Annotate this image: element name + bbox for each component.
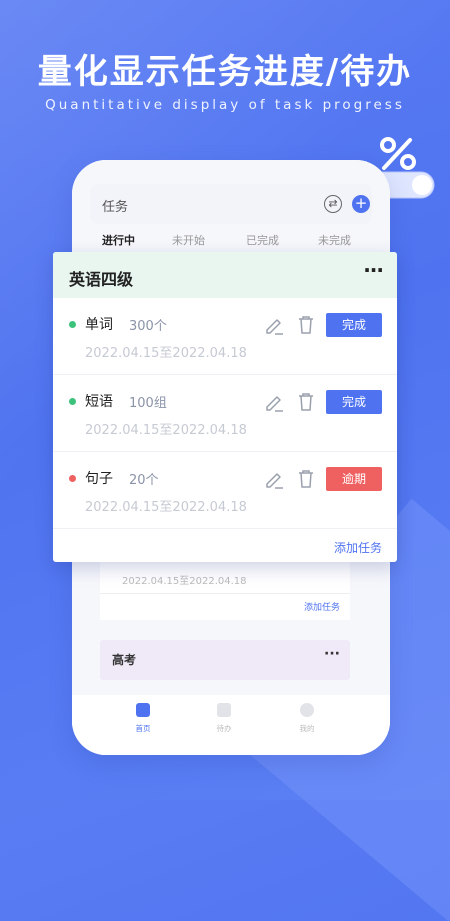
complete-button[interactable]: 完成 <box>326 390 382 414</box>
task-group-card: 英语四级 ··· 单词 300个 2022.04.15至2022.04.18 完… <box>53 252 397 562</box>
nav-todo[interactable]: 待办 <box>199 703 249 734</box>
task-count: 20个 <box>129 473 159 488</box>
background-task-date: 2022.04.15至2022.04.18 <box>122 576 247 587</box>
overdue-button[interactable]: 逾期 <box>326 467 382 491</box>
tab-not-started[interactable]: 未开始 <box>172 232 205 248</box>
group-card-gaokao[interactable]: 高考 ··· <box>100 640 350 680</box>
add-icon[interactable]: + <box>352 195 370 213</box>
status-dot <box>69 321 76 328</box>
tab-in-progress[interactable]: 进行中 <box>102 232 135 254</box>
task-name: 单词 <box>85 317 113 333</box>
more-icon[interactable]: ··· <box>363 258 384 282</box>
sync-icon[interactable]: ⇄ <box>324 195 342 213</box>
nav-label: 我的 <box>299 724 315 733</box>
background-task-card: 2022.04.15至2022.04.18 添加任务 <box>100 555 350 620</box>
task-name: 短语 <box>85 394 113 410</box>
divider <box>100 593 350 594</box>
profile-icon <box>300 703 314 717</box>
header-title: 任务 <box>102 200 129 215</box>
home-icon <box>136 703 150 717</box>
add-task-link[interactable]: 添加任务 <box>334 539 382 556</box>
task-count: 300个 <box>129 319 167 334</box>
task-date: 2022.04.15至2022.04.18 <box>85 423 247 438</box>
background-add-task-link[interactable]: 添加任务 <box>304 600 340 613</box>
task-name: 句子 <box>85 471 113 487</box>
tab-completed[interactable]: 已完成 <box>246 232 279 248</box>
edit-icon[interactable] <box>263 314 285 336</box>
edit-icon[interactable] <box>263 391 285 413</box>
delete-icon[interactable] <box>296 391 316 413</box>
task-date: 2022.04.15至2022.04.18 <box>85 500 247 515</box>
headline: 量化显示任务进度/待办 <box>37 52 413 92</box>
task-date: 2022.04.15至2022.04.18 <box>85 346 247 361</box>
card-header: 英语四级 ··· <box>53 252 397 298</box>
tab-incomplete[interactable]: 未完成 <box>318 232 351 248</box>
status-dot <box>69 475 76 482</box>
delete-icon[interactable] <box>296 314 316 336</box>
nav-label: 首页 <box>135 724 151 733</box>
complete-button[interactable]: 完成 <box>326 313 382 337</box>
task-header: 任务 ⇄ + <box>90 184 372 224</box>
status-dot <box>69 398 76 405</box>
bottom-nav: 首页 待办 我的 <box>72 695 390 755</box>
divider <box>53 528 397 529</box>
task-row: 短语 100组 2022.04.15至2022.04.18 完成 <box>53 375 397 452</box>
delete-icon[interactable] <box>296 468 316 490</box>
group-title: 高考 <box>112 653 137 667</box>
task-row: 句子 20个 2022.04.15至2022.04.18 逾期 <box>53 452 397 529</box>
nav-profile[interactable]: 我的 <box>282 703 332 734</box>
nav-home[interactable]: 首页 <box>118 703 168 734</box>
todo-icon <box>217 703 231 717</box>
task-count: 100组 <box>129 396 167 411</box>
card-title: 英语四级 <box>69 270 134 289</box>
more-icon[interactable]: ··· <box>324 646 340 662</box>
task-row: 单词 300个 2022.04.15至2022.04.18 完成 <box>53 298 397 375</box>
nav-label: 待办 <box>216 724 232 733</box>
edit-icon[interactable] <box>263 468 285 490</box>
subheadline: Quantitative display of task progress <box>45 97 405 113</box>
